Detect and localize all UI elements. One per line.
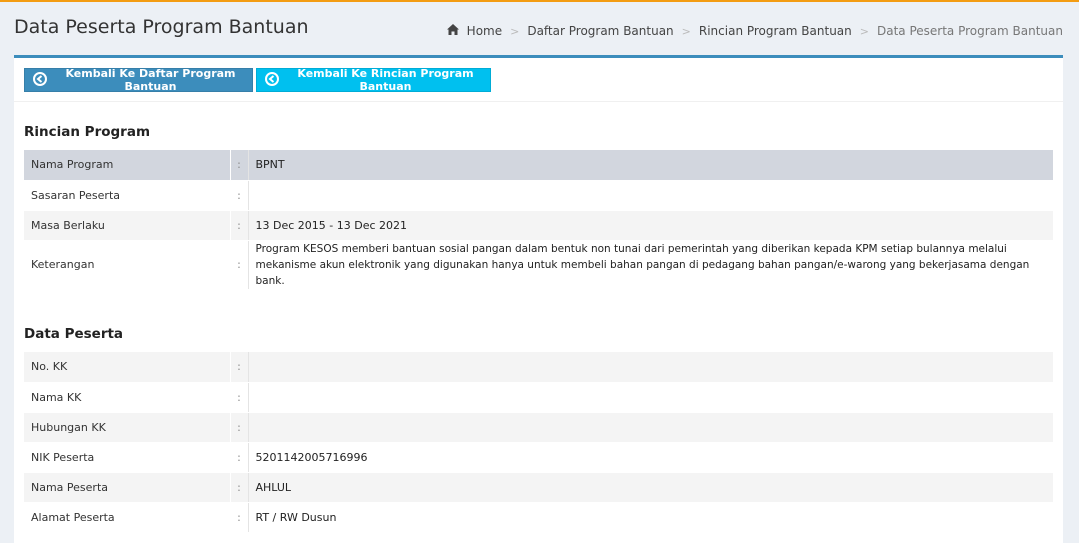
row-label: Alamat Peserta <box>24 502 231 533</box>
breadcrumb-separator: > <box>510 24 520 38</box>
breadcrumb-rincian-program[interactable]: Rincian Program Bantuan <box>699 24 852 38</box>
row-label: Masa Berlaku <box>24 210 231 241</box>
back-to-program-list-label: Kembali Ke Daftar Program Bantuan <box>65 67 236 93</box>
table-row: Nama KK : <box>24 382 1053 413</box>
description-value: Program KESOS memberi bantuan sosial pan… <box>248 240 1053 290</box>
table-row: NIK Peserta : 5201142005716996 <box>24 442 1053 473</box>
home-icon[interactable] <box>446 24 459 38</box>
table-row: No. KK : <box>24 352 1053 383</box>
row-colon: : <box>230 150 249 181</box>
back-to-program-detail-button[interactable]: Kembali Ke Rincian Program Bantuan <box>256 67 491 93</box>
breadcrumb-daftar-program[interactable]: Daftar Program Bantuan <box>527 24 673 38</box>
program-section-title: Rincian Program <box>24 124 151 140</box>
nik-value: 5201142005716996 <box>248 442 1053 473</box>
table-row: Keterangan : Program KESOS memberi bantu… <box>24 240 1053 290</box>
table-row: Hubungan KK : <box>24 412 1053 443</box>
participant-name-value: AHLUL <box>248 472 1053 503</box>
participant-address-value: RT / RW Dusun <box>248 502 1053 533</box>
breadcrumb-separator: > <box>681 24 691 38</box>
back-to-program-detail-label: Kembali Ke Rincian Program Bantuan <box>297 67 474 93</box>
row-label: Nama KK <box>24 382 231 413</box>
row-colon: : <box>230 352 249 383</box>
kk-number-value <box>248 352 1053 383</box>
row-colon: : <box>230 180 249 211</box>
row-colon: : <box>230 240 249 290</box>
table-row: Nama Program : BPNT <box>24 150 1053 181</box>
validity-period-value: 13 Dec 2015 - 13 Dec 2021 <box>248 210 1053 241</box>
row-colon: : <box>230 382 249 413</box>
table-row: Nama Peserta : AHLUL <box>24 472 1053 503</box>
row-label: Hubungan KK <box>24 412 231 443</box>
program-detail-table: Nama Program : BPNT Sasaran Peserta : Ma… <box>24 150 1053 290</box>
breadcrumb: Home > Daftar Program Bantuan > Rincian … <box>446 24 1063 38</box>
row-label: No. KK <box>24 352 231 383</box>
kk-name-value <box>248 382 1053 413</box>
program-name-value: BPNT <box>248 150 1053 181</box>
row-colon: : <box>230 210 249 241</box>
table-row: Masa Berlaku : 13 Dec 2015 - 13 Dec 2021 <box>24 210 1053 241</box>
circle-arrow-left-icon <box>265 71 279 89</box>
row-label: Nama Program <box>24 150 231 181</box>
content-header: Data Peserta Program Bantuan Home > Daft… <box>0 2 1079 56</box>
table-row: Alamat Peserta : RT / RW Dusun <box>24 502 1053 533</box>
main-box: Kembali Ke Daftar Program Bantuan Kembal… <box>14 55 1063 543</box>
row-colon: : <box>230 442 249 473</box>
participant-section-title: Data Peserta <box>24 326 124 342</box>
row-colon: : <box>230 472 249 503</box>
row-label: Nama Peserta <box>24 472 231 503</box>
box-header: Kembali Ke Daftar Program Bantuan Kembal… <box>14 58 1063 102</box>
row-label: NIK Peserta <box>24 442 231 473</box>
circle-arrow-left-icon <box>33 71 47 89</box>
row-colon: : <box>230 412 249 443</box>
breadcrumb-current: Data Peserta Program Bantuan <box>876 24 1063 38</box>
table-row: Sasaran Peserta : <box>24 180 1053 211</box>
back-to-program-list-button[interactable]: Kembali Ke Daftar Program Bantuan <box>24 67 253 93</box>
target-participant-value <box>248 180 1053 211</box>
row-label: Sasaran Peserta <box>24 180 231 211</box>
page-title: Data Peserta Program Bantuan <box>14 16 309 38</box>
breadcrumb-separator: > <box>859 24 869 38</box>
breadcrumb-home[interactable]: Home <box>467 24 502 38</box>
row-label: Keterangan <box>24 240 231 290</box>
kk-relation-value <box>248 412 1053 443</box>
participant-table: No. KK : Nama KK : Hubungan KK : NIK Pes… <box>24 352 1053 533</box>
row-colon: : <box>230 502 249 533</box>
